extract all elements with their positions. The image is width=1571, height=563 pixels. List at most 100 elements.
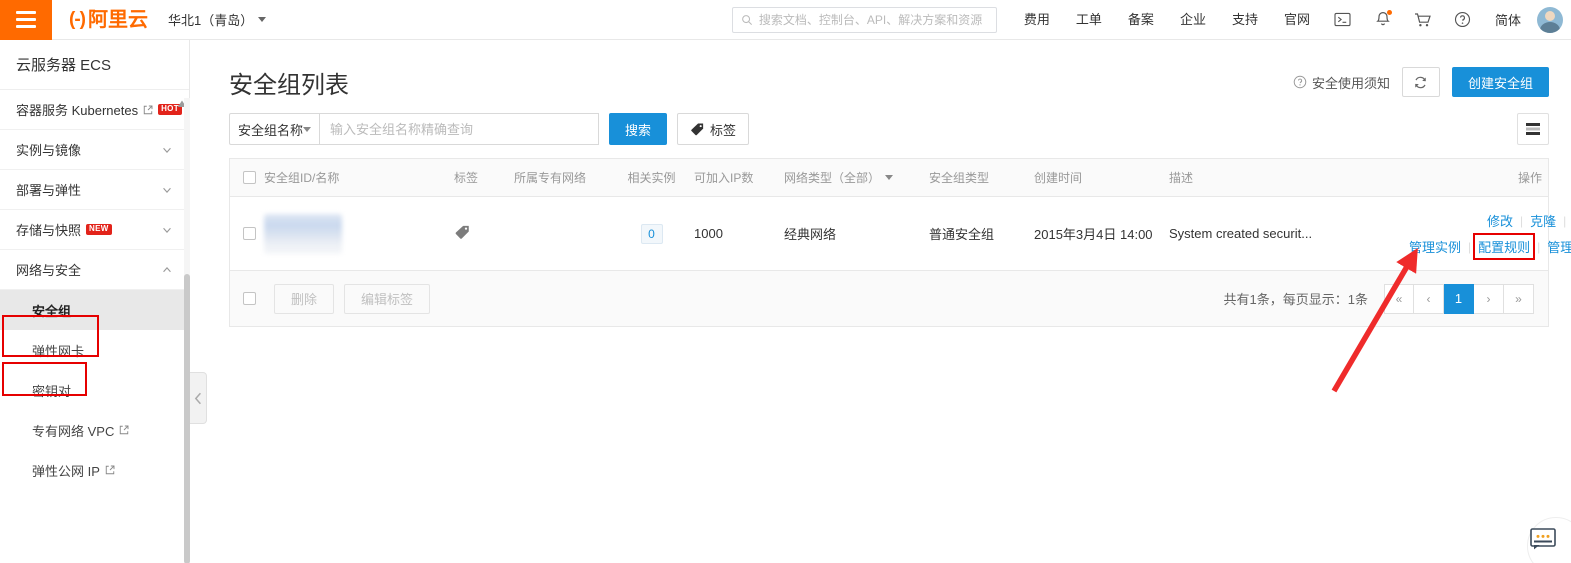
column-header-tag: 标签	[454, 171, 479, 185]
cell-ip-count: 1000	[694, 226, 723, 241]
sidebar-product-title: 云服务器 ECS	[0, 40, 189, 90]
cell-tag[interactable]	[454, 224, 514, 244]
topnav-item-enterprise[interactable]: 企业	[1167, 0, 1219, 40]
column-settings-icon[interactable]	[1517, 113, 1549, 145]
sidebar-collapse-handle[interactable]	[190, 372, 207, 424]
global-search-box[interactable]: 搜索文档、控制台、API、解决方案和资源	[731, 6, 997, 33]
sidebar-item-eip[interactable]: 弹性公网 IP	[0, 450, 189, 490]
sidebar-item-vpc[interactable]: 专有网络 VPC	[0, 410, 189, 450]
sidebar-group-storage-snapshot[interactable]: 存储与快照 NEW	[0, 210, 189, 250]
terminal-icon[interactable]	[1323, 0, 1363, 40]
column-header-created: 创建时间	[1034, 171, 1083, 185]
cell-id-name[interactable]	[264, 213, 454, 254]
language-switcher[interactable]: 简体	[1483, 10, 1533, 29]
sidebar-item-eni[interactable]: 弹性网卡	[0, 330, 189, 370]
sidebar-group-instances-images[interactable]: 实例与镜像	[0, 130, 189, 170]
chevron-down-icon	[163, 147, 171, 153]
column-header-actions: 操作	[1517, 171, 1542, 185]
search-button[interactable]: 搜索	[609, 113, 667, 145]
column-header-network-type[interactable]: 网络类型（全部）	[784, 169, 929, 186]
sidebar-item-keypair[interactable]: 密钥对	[0, 370, 189, 410]
help-glyph	[1455, 11, 1471, 28]
terminal-glyph	[1334, 12, 1352, 27]
action-separator: |	[1537, 239, 1541, 254]
row-action-links-bottom: 管理实例 | 配置规则 | 管理弹性网卡	[1409, 233, 1571, 260]
top-navigation-bar: (-) 阿里云 华北1（青岛） 搜索文档、控制台、API、解决方案和资源 费用 …	[0, 0, 1571, 40]
topnav-item-icp[interactable]: 备案	[1115, 0, 1167, 40]
logo-text: 阿里云	[87, 8, 148, 31]
region-selector[interactable]: 华北1（青岛）	[167, 10, 267, 29]
sidebar-group-label: 部署与弹性	[16, 183, 82, 198]
chat-bubble-icon	[1530, 528, 1556, 550]
action-manage-eni[interactable]: 管理弹性网卡	[1547, 237, 1571, 256]
instance-count-badge[interactable]: 0	[640, 223, 663, 244]
redacted-security-group-id	[264, 213, 342, 254]
sidebar-scrollbar[interactable]	[184, 98, 190, 563]
create-security-group-button[interactable]: 创建安全组	[1451, 67, 1549, 97]
filter-type-value: 安全组名称	[238, 122, 304, 138]
sidebar-group-network-security[interactable]: 网络与安全	[0, 250, 189, 290]
security-guide-link[interactable]: 安全使用须知	[1293, 73, 1390, 92]
cell-instances: 0	[609, 223, 694, 244]
edit-tag-button[interactable]: 编辑标签	[344, 283, 431, 314]
pagination-next[interactable]: ›	[1474, 283, 1504, 314]
sidebar-item-security-group[interactable]: 安全组	[0, 290, 189, 330]
chat-support-widget[interactable]	[1515, 515, 1571, 563]
cart-icon[interactable]	[1403, 0, 1443, 40]
column-header-network-type-label: 网络类型（全部）	[784, 171, 881, 185]
refresh-icon	[1415, 76, 1427, 88]
sidebar-item-kubernetes[interactable]: 容器服务 Kubernetes HOT	[0, 90, 189, 130]
bell-icon[interactable]	[1363, 0, 1403, 40]
column-header-id-name: 安全组ID/名称	[264, 171, 340, 185]
chevron-down-icon	[258, 17, 267, 22]
table-row: 0 1000 经典网络 普通安全组 2015年3月4日 14:00 System…	[230, 197, 1571, 271]
delete-button[interactable]: 删除	[274, 283, 335, 314]
pagination-last[interactable]: »	[1504, 283, 1534, 314]
user-avatar[interactable]	[1537, 6, 1563, 33]
topnav-item-support[interactable]: 支持	[1219, 0, 1271, 40]
pagination-first[interactable]: «	[1384, 283, 1414, 314]
notification-badge-dot	[1386, 9, 1392, 15]
tag-icon	[455, 225, 469, 239]
table-footer: 删除 编辑标签 共有1条，每页显示：1条 « ‹ 1 › »	[230, 271, 1548, 327]
sidebar-group-label: 网络与安全	[16, 263, 82, 278]
sidebar-group-deploy-elastic[interactable]: 部署与弹性	[0, 170, 189, 210]
chevron-up-icon	[163, 266, 171, 272]
row-checkbox[interactable]	[242, 227, 256, 240]
action-configure-rules[interactable]: 配置规则	[1473, 233, 1536, 260]
chevron-down-icon	[163, 187, 171, 193]
security-group-table: 安全组ID/名称 标签 所属专有网络 相关实例 可加入IP数 网络类型（全部） …	[229, 158, 1571, 327]
sidebar-group-label: 实例与镜像	[16, 143, 82, 158]
cart-glyph	[1414, 12, 1431, 26]
cell-group-type: 普通安全组	[929, 227, 995, 242]
action-clone[interactable]: 克隆	[1530, 211, 1556, 230]
pagination-prev[interactable]: ‹	[1414, 283, 1444, 314]
column-header-ip-count: 可加入IP数	[694, 171, 754, 185]
tag-filter-button[interactable]: 标签	[677, 113, 750, 145]
topnav-item-ticket[interactable]: 工单	[1063, 0, 1115, 40]
refresh-button[interactable]	[1401, 67, 1440, 97]
sidebar: 云服务器 ECS 容器服务 Kubernetes HOT 实例与镜像 部署与弹性	[0, 40, 190, 563]
select-all-checkbox[interactable]	[242, 171, 256, 184]
topnav-item-fee[interactable]: 费用	[1011, 0, 1063, 40]
chevron-down-icon	[303, 126, 312, 132]
aliyun-logo[interactable]: (-) 阿里云	[69, 10, 148, 30]
filter-type-select[interactable]: 安全组名称	[229, 113, 319, 145]
hamburger-menu-icon[interactable]	[0, 0, 52, 40]
pagination-page-1[interactable]: 1	[1444, 283, 1474, 314]
region-label: 华北1（青岛）	[167, 13, 254, 28]
table-header-row: 安全组ID/名称 标签 所属专有网络 相关实例 可加入IP数 网络类型（全部） …	[230, 159, 1548, 197]
footer-select-all-checkbox[interactable]	[242, 292, 256, 305]
tag-icon	[691, 123, 704, 135]
sidebar-item-label: 弹性公网 IP	[32, 463, 100, 479]
row-action-links: 修改 | 克隆 | 还原规则 管理实例 | 配置规则 | 管理弹性网卡	[1409, 211, 1571, 260]
help-icon[interactable]	[1443, 0, 1483, 40]
search-input[interactable]	[319, 113, 599, 145]
chevron-down-icon	[163, 227, 171, 233]
action-modify[interactable]: 修改	[1487, 211, 1513, 230]
topnav-item-website[interactable]: 官网	[1271, 0, 1323, 40]
chevron-left-icon	[194, 392, 201, 404]
row-action-links-top: 修改 | 克隆 | 还原规则	[1487, 211, 1571, 230]
action-manage-instances[interactable]: 管理实例	[1409, 237, 1461, 256]
page-header-actions: 安全使用须知 创建安全组	[1293, 67, 1549, 97]
